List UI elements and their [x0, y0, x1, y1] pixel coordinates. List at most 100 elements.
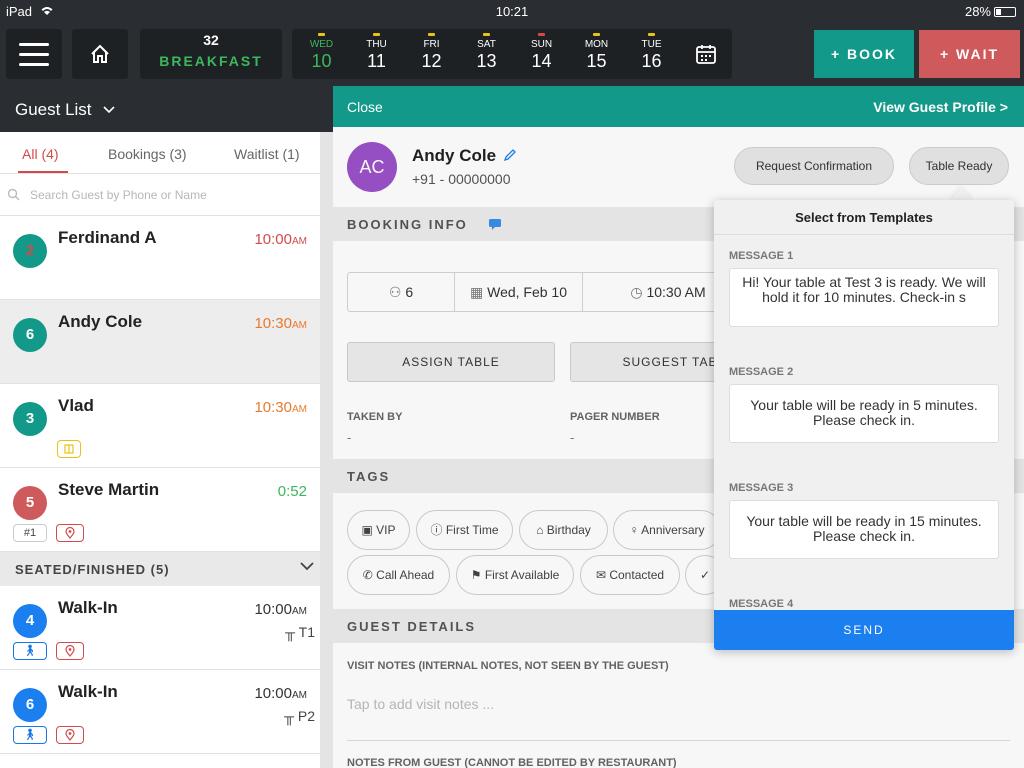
popover-title: Select from Templates	[714, 200, 1014, 235]
hamburger-icon-line	[19, 63, 49, 66]
tag-first-time[interactable]: ⓘ First Time	[416, 510, 513, 550]
avatar: AC	[347, 142, 397, 192]
guest-list-header[interactable]: Guest List	[0, 86, 332, 132]
time-cell[interactable]: ◷ 10:30 AM	[608, 273, 728, 311]
date-value: Wed, Feb 10	[487, 284, 568, 300]
guest-row[interactable]: 2 Ferdinand A 10:00AM	[0, 216, 320, 300]
view-guest-profile-link[interactable]: View Guest Profile >	[873, 99, 1008, 115]
guest-search[interactable]: Search Guest by Phone or Name	[0, 174, 320, 216]
meal-count: 32	[203, 32, 219, 48]
tab-bookings[interactable]: Bookings (3)	[108, 146, 187, 162]
seated-section-title: SEATED/FINISHED (5)	[15, 562, 170, 577]
close-button[interactable]: Close	[347, 99, 383, 115]
message-template-1[interactable]: Hi! Your table at Test 3 is ready. We wi…	[729, 268, 999, 327]
guest-row[interactable]: 5 Steve Martin 0:52 #1	[0, 468, 320, 552]
edit-pencil-icon[interactable]	[503, 148, 517, 162]
day-name: SUN	[530, 39, 553, 50]
pager-number-value: -	[570, 430, 575, 445]
time-ampm: AM	[292, 404, 307, 415]
seated-guest-row[interactable]: 4 Walk-In 10:00AM ╥ T1 🚶︎	[0, 586, 320, 670]
party-size-badge: 4	[13, 604, 47, 638]
tag-label: Contacted	[609, 568, 665, 582]
chat-icon[interactable]	[488, 218, 502, 230]
day-name: SAT	[477, 39, 496, 50]
party-size-cell[interactable]: ⚇ 6	[348, 273, 455, 311]
guest-details-title: GUEST DETAILS	[347, 619, 477, 634]
meal-name: BREAKFAST	[159, 53, 263, 69]
table-icon: ╥	[284, 708, 294, 724]
guest-name: Andy Cole	[58, 312, 143, 331]
flag-icon: ⚑	[470, 568, 482, 582]
message-template-3[interactable]: Your table will be ready in 15 minutes. …	[729, 500, 999, 559]
guest-name: Walk-In	[58, 598, 118, 617]
tag-anniversary[interactable]: ♀ Anniversary	[613, 510, 721, 550]
divider	[347, 740, 1010, 741]
day-number: 12	[421, 51, 442, 71]
seated-section-header[interactable]: SEATED/FINISHED (5)	[0, 552, 320, 586]
day-wed[interactable]: WED 10	[294, 29, 349, 79]
time-value: 10:30 AM	[646, 284, 706, 300]
chevron-down-icon	[300, 562, 314, 571]
tag-label: First Available	[484, 568, 560, 582]
guest-time: 10:30AM	[254, 315, 307, 332]
search-input[interactable]: Search Guest by Phone or Name	[30, 188, 207, 202]
day-sat[interactable]: SAT 13	[459, 29, 514, 79]
time-ampm: AM	[292, 690, 307, 701]
wait-button[interactable]: + WAIT	[919, 30, 1020, 78]
gift-icon	[57, 440, 81, 458]
day-indicator	[538, 33, 545, 36]
message-template-2[interactable]: Your table will be ready in 5 minutes. P…	[729, 384, 999, 443]
tag-contacted[interactable]: ✉ Contacted	[580, 555, 680, 595]
day-number: 14	[531, 51, 552, 71]
party-size-badge: 2	[13, 234, 47, 268]
party-size-badge: 5	[13, 486, 47, 520]
calendar-icon[interactable]	[695, 43, 717, 65]
book-button[interactable]: + BOOK	[814, 30, 914, 78]
tab-all[interactable]: All (4)	[22, 146, 59, 162]
guest-row-selected[interactable]: 6 Andy Cole 10:30AM	[0, 300, 320, 384]
guest-time: 10:00AM	[254, 601, 307, 618]
meal-selector[interactable]: 32 BREAKFAST	[140, 29, 282, 79]
time-ampm: AM	[292, 606, 307, 617]
day-fri[interactable]: FRI 12	[404, 29, 459, 79]
home-button[interactable]	[72, 29, 128, 79]
send-button[interactable]: SEND	[714, 610, 1014, 650]
seated-guest-row[interactable]: 6 Walk-In 10:00AM ╥ P2 🚶︎	[0, 670, 320, 754]
message-label: MESSAGE 1	[729, 250, 794, 262]
visit-notes-input[interactable]: Tap to add visit notes ...	[347, 696, 494, 712]
menu-button[interactable]	[6, 29, 62, 79]
day-tue[interactable]: TUE 16	[624, 29, 679, 79]
tag-label: VIP	[376, 523, 396, 537]
phone-icon: ✆	[362, 568, 373, 582]
battery-percent: 28%	[964, 4, 991, 19]
guest-time: 10:00AM	[254, 231, 307, 248]
tag-vip[interactable]: ▣ VIP	[347, 510, 410, 550]
guest-list: All (4) Bookings (3) Waitlist (1) Search…	[0, 132, 320, 768]
tag-label: Anniversary	[641, 523, 705, 537]
day-sun[interactable]: SUN 14	[514, 29, 569, 79]
table-ready-button[interactable]: Table Ready	[909, 147, 1009, 185]
people-icon: ⚇	[388, 284, 402, 300]
balloon-icon: ♀	[629, 523, 639, 537]
assign-table-button[interactable]: ASSIGN TABLE	[347, 342, 555, 382]
status-bar: iPad 10:21 28%	[0, 0, 1024, 22]
table-assignment: ╥ T1	[285, 624, 315, 640]
time-value: 10:00	[254, 601, 292, 618]
table-icon: ╥	[285, 624, 296, 640]
tag-label: First Time	[445, 523, 499, 537]
tab-waitlist[interactable]: Waitlist (1)	[234, 146, 300, 162]
tag-first-available[interactable]: ⚑ First Available	[456, 555, 574, 595]
guest-phone: +91 - 00000000	[412, 171, 511, 187]
day-thu[interactable]: THU 11	[349, 29, 404, 79]
request-confirmation-button[interactable]: Request Confirmation	[734, 147, 894, 185]
guest-time: 10:00AM	[254, 685, 307, 702]
tag-call-ahead[interactable]: ✆ Call Ahead	[347, 555, 450, 595]
tag-birthday[interactable]: ⌂ Birthday	[519, 510, 608, 550]
time-value: 10:00	[254, 685, 292, 702]
message-label: MESSAGE 4	[729, 598, 794, 610]
guest-row[interactable]: 3 Vlad 10:30AM	[0, 384, 320, 468]
detail-header: Close View Guest Profile >	[333, 86, 1024, 127]
day-mon[interactable]: MON 15	[569, 29, 624, 79]
date-cell[interactable]: ▦ Wed, Feb 10	[455, 273, 583, 311]
message-label: MESSAGE 2	[729, 366, 794, 378]
